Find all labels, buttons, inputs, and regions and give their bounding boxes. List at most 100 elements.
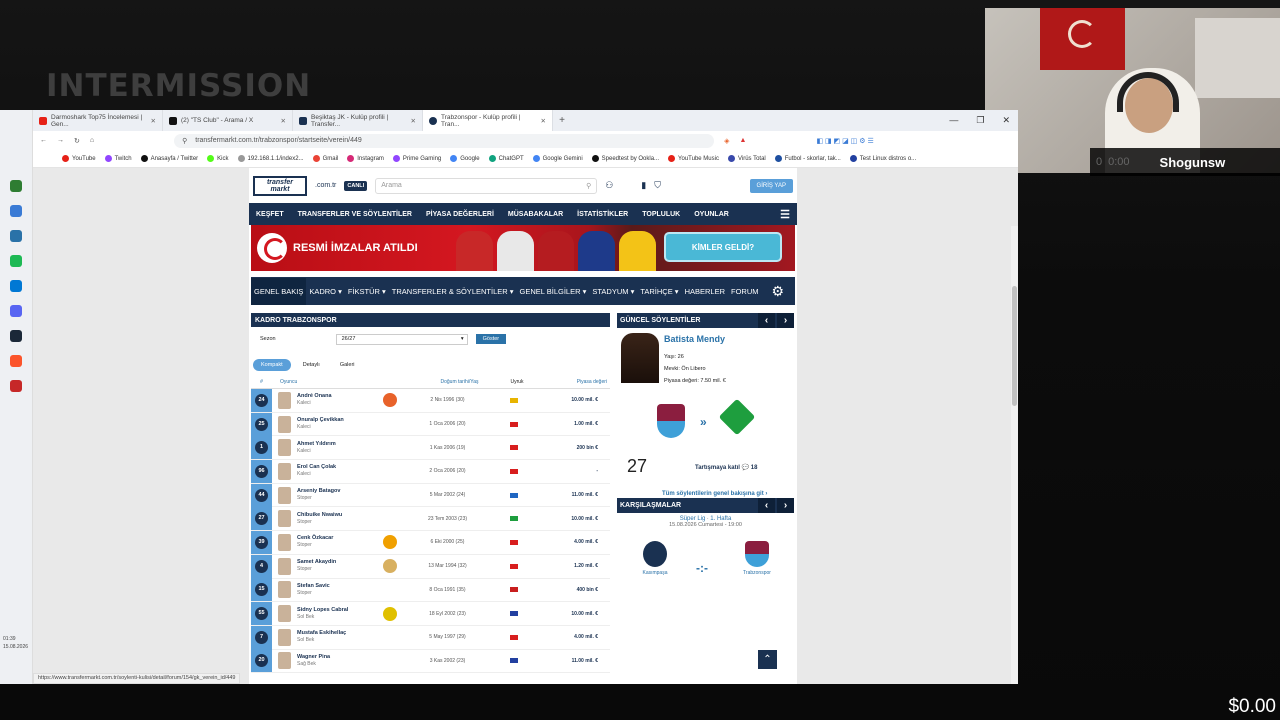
nav-games[interactable]: OYUNLAR (687, 211, 736, 218)
nav-competitions[interactable]: MÜSABAKALAR (501, 211, 570, 218)
subnav-fixtures[interactable]: FİKSTÜR ▾ (345, 287, 389, 296)
app-icon[interactable] (10, 380, 22, 392)
bookmark-google[interactable]: Google (450, 154, 480, 162)
scroll-to-top-button[interactable]: ⌃ (758, 650, 777, 669)
player-cell[interactable]: Chibuike Nwaiwu Stoper (297, 512, 385, 526)
bookmark-linux[interactable]: Test Linux distros o... (849, 154, 916, 162)
player-value[interactable]: 4.00 mil. € (518, 634, 602, 640)
close-icon[interactable]: ✕ (541, 117, 546, 125)
table-row[interactable]: 4 Samet Akaydin Stoper 13 Mar 1994 (32) 1.20… (251, 554, 610, 579)
bookmark-ytmusic[interactable]: YouTube Music (668, 154, 719, 162)
bookmark-gmail[interactable]: Gmail (312, 154, 338, 162)
url-bar[interactable]: ⚲ transfermarkt.com.tr/trabzonspor/start… (174, 133, 715, 148)
player-cell[interactable]: Erol Can Çolak Kaleci (297, 464, 385, 478)
bookmark-icon[interactable]: ▮ (641, 180, 646, 191)
tab-3-active[interactable]: Trabzonspor - Kulüp profili | Tran... ✕ (423, 110, 553, 131)
player-cell[interactable]: Arseniy Batagov Stoper (297, 488, 385, 502)
match-card[interactable]: Süper Lig · 1. Hafta 15.08.2026 Cumartes… (617, 513, 794, 673)
away-team[interactable]: Trabzonspor (737, 541, 777, 576)
live-badge[interactable]: CANLI (344, 180, 368, 191)
tab-compact[interactable]: Kompakt (253, 359, 291, 371)
player-value[interactable]: 10.00 mil. € (518, 397, 602, 403)
player-value[interactable]: 200 bin € (518, 445, 602, 451)
minimize-icon[interactable]: — (949, 115, 958, 126)
player-value[interactable]: 1.00 mil. € (518, 421, 602, 427)
bookmark-kick[interactable]: Kick (207, 154, 229, 162)
transfermarkt-logo[interactable]: transfer markt (253, 175, 307, 196)
subnav-stadium[interactable]: STADYUM ▾ (589, 287, 637, 296)
domain-selector[interactable]: .com.tr (315, 182, 336, 189)
prev-arrow-icon[interactable]: ‹ (758, 498, 775, 513)
col-player[interactable]: Oyuncu (272, 379, 417, 385)
close-icon[interactable]: ✕ (281, 117, 286, 125)
rumor-player-name[interactable]: Batista Mendy (664, 334, 725, 344)
tab-gallery[interactable]: Galeri (332, 359, 363, 371)
nav-stats[interactable]: İSTATİSTİKLER (570, 211, 635, 218)
bookmark-youtube[interactable]: YouTube (62, 154, 96, 162)
table-row[interactable]: 1 Ahmet Yıldırım Kaleci 1 Kas 2006 (19) 200 … (251, 436, 610, 461)
player-cell[interactable]: Onuralp Çevikkan Kaleci (297, 417, 385, 431)
new-tab-button[interactable]: + (553, 115, 571, 126)
brave-icon[interactable] (10, 355, 22, 367)
table-row[interactable]: 27 Chibuike Nwaiwu Stoper 23 Tem 2003 (23) 1… (251, 507, 610, 532)
table-row[interactable]: 7 Mustafa Eskihellaç Sol Bek 5 May 1997 (29… (251, 625, 610, 650)
shield-icon[interactable]: ⛉ (654, 180, 661, 191)
player-cell[interactable]: Mustafa Eskihellaç Sol Bek (297, 630, 385, 644)
bookmark-virustotal[interactable]: Virüs Total (727, 154, 766, 162)
bookmark-gemini[interactable]: Google Gemini (532, 154, 583, 162)
brave-shield-icon[interactable]: ◈ (724, 137, 729, 145)
table-row[interactable]: 25 Onuralp Çevikkan Kaleci 1 Oca 2006 (20) 1… (251, 412, 610, 437)
close-window-icon[interactable]: ✕ (1002, 115, 1010, 126)
subnav-transfers[interactable]: TRANSFERLER & SÖYLENTİLER ▾ (389, 287, 517, 296)
site-info-icon[interactable]: ⚲ (182, 137, 187, 145)
bookmark-instagram[interactable]: Instagram (347, 154, 384, 162)
bookmark-twitter[interactable]: Anasayfa / Twitter (140, 154, 198, 162)
table-row[interactable]: 39 Cenk Özkacar Stoper 6 Eki 2000 (25) 4.00 … (251, 530, 610, 555)
table-row[interactable]: 20 Wagner Pina Sağ Bek 3 Kas 2002 (23) 11.00… (251, 649, 610, 674)
nav-transfers[interactable]: TRANSFERLER VE SÖYLENTİLER (291, 211, 419, 218)
search-input[interactable]: Arama ⚲ (375, 177, 598, 194)
app-icon[interactable] (10, 280, 22, 292)
next-arrow-icon[interactable]: › (777, 313, 794, 328)
player-cell[interactable]: Ahmet Yıldırım Kaleci (297, 441, 385, 455)
maximize-icon[interactable]: ❐ (976, 115, 984, 126)
tab-2[interactable]: Beşiktaş JK - Kulüp profili | Transfer..… (293, 110, 423, 131)
player-cell[interactable]: Sidny Lopes Cabral Sol Bek (297, 607, 385, 621)
subnav-squad[interactable]: KADRO ▾ (306, 287, 345, 296)
menu-icon[interactable]: ☰ (773, 208, 797, 221)
next-arrow-icon[interactable]: › (777, 498, 794, 513)
bookmark-twitch[interactable]: Twitch (104, 154, 132, 162)
nav-kesfet[interactable]: KEŞFET (249, 211, 291, 218)
col-value[interactable]: Piyasa değeri (532, 379, 607, 385)
player-value[interactable]: 1.20 mil. € (518, 563, 602, 569)
col-number[interactable]: # (251, 379, 272, 385)
spotify-icon[interactable] (10, 255, 22, 267)
table-row[interactable]: 15 Stefan Savic Stoper 8 Oca 1991 (35) 400 b… (251, 578, 610, 603)
home-icon[interactable]: ⌂ (90, 137, 94, 144)
subnav-overview[interactable]: GENEL BAKIŞ (251, 277, 307, 305)
banner-cta-button[interactable]: KİMLER GELDİ? (664, 232, 782, 262)
player-value[interactable]: 10.00 mil. € (518, 611, 602, 617)
search-icon[interactable]: ⚲ (586, 182, 591, 190)
table-row[interactable]: 96 Erol Can Çolak Kaleci 2 Oca 2006 (20) - (251, 459, 610, 484)
app-icon[interactable] (10, 230, 22, 242)
app-icon[interactable] (10, 205, 22, 217)
login-button[interactable]: GİRİŞ YAP (749, 178, 793, 193)
subnav-forum[interactable]: FORUM (728, 287, 762, 296)
discord-icon[interactable] (10, 305, 22, 317)
col-dob[interactable]: Doğum tarihi/Yaş (417, 379, 502, 385)
bookmark-chatgpt[interactable]: ChatGPT (488, 154, 524, 162)
subnav-news[interactable]: HABERLER (682, 287, 728, 296)
rewards-icon[interactable]: ▲ (740, 137, 747, 144)
close-icon[interactable]: ✕ (151, 117, 156, 125)
nav-market-values[interactable]: PİYASA DEĞERLERİ (419, 211, 501, 218)
bookmark-router[interactable]: 192.168.1.1/index2... (237, 154, 304, 162)
bookmark-prime[interactable]: Prime Gaming (392, 154, 441, 162)
player-value[interactable]: 11.00 mil. € (518, 492, 602, 498)
promo-banner[interactable]: RESMİ İMZALAR ATILDI KİMLER GELDİ? (251, 225, 795, 271)
player-value[interactable]: 400 bin € (518, 587, 602, 593)
close-icon[interactable]: ✕ (411, 117, 416, 125)
gear-icon[interactable]: ⚙ (768, 283, 787, 300)
discuss-link[interactable]: Tartışmaya katıl 💬 18 (695, 464, 757, 471)
table-row[interactable]: 55 Sidny Lopes Cabral Sol Bek 18 Eyl 2002 (… (251, 602, 610, 626)
